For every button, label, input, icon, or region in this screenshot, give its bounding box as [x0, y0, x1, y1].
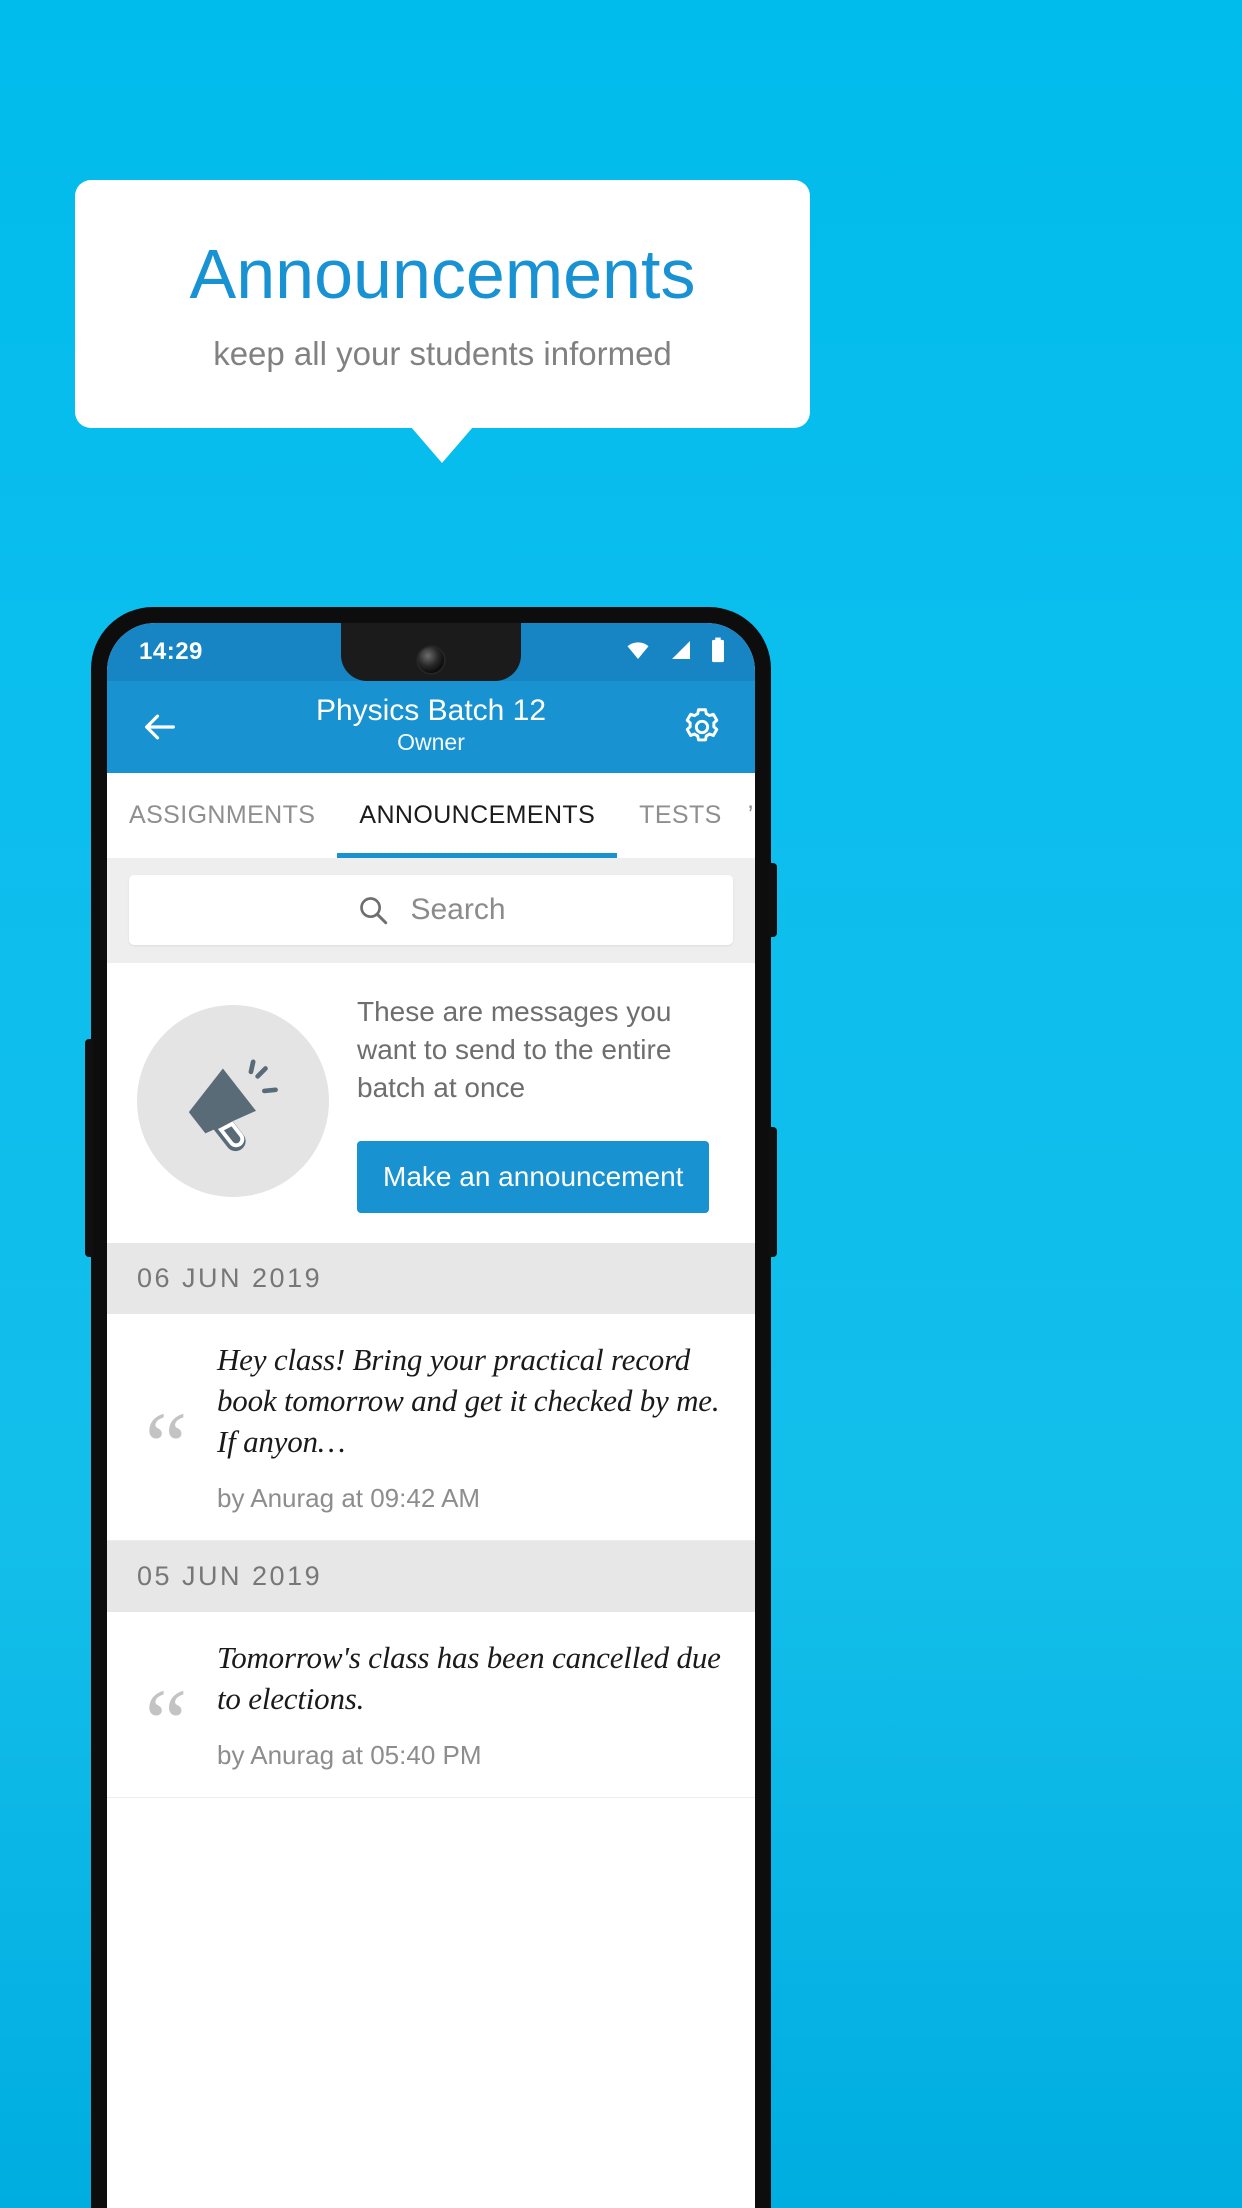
settings-button[interactable] [675, 700, 729, 754]
back-button[interactable] [133, 700, 187, 754]
search-input[interactable]: Search [129, 875, 733, 945]
search-icon [360, 897, 388, 925]
announcement-meta: by Anurag at 05:40 PM [217, 1739, 482, 1770]
app-toolbar: Physics Batch 12 Owner [107, 681, 755, 773]
announcement-meta: by Anurag at 09:42 AM [217, 1482, 481, 1513]
phone-volume-button [769, 1127, 777, 1257]
status-bar-clock: 14:29 [139, 638, 203, 665]
front-camera-icon [418, 647, 444, 673]
make-announcement-button[interactable]: Make an announcement [357, 1141, 710, 1214]
phone-left-button [85, 1039, 93, 1257]
announcement-text: Tomorrow's class has been cancelled due … [217, 1639, 721, 1716]
announcement-text: Hey class! Bring your practical record b… [217, 1342, 720, 1460]
tab-next-partial[interactable]: ’ [744, 773, 754, 858]
quote-icon: “ [144, 1391, 188, 1499]
announcement-body: Tomorrow's class has been cancelled due … [217, 1638, 725, 1771]
back-arrow-icon [145, 714, 175, 740]
battery-icon [709, 637, 727, 668]
status-bar-icons [623, 637, 727, 668]
promo-banner-tail [411, 427, 473, 463]
phone-screen: 14:29 Physics Batch 12 Owner ASSIGNMENTS… [107, 623, 755, 2208]
tab-announcements-label: ANNOUNCEMENTS [359, 801, 596, 829]
promo-content: These are messages you want to send to t… [357, 989, 729, 1214]
tab-tests-label: TESTS [639, 801, 722, 829]
promo-banner-subtitle: keep all your students informed [213, 334, 672, 372]
tab-assignments-label: ASSIGNMENTS [129, 801, 316, 829]
quote-icon: “ [144, 1668, 188, 1776]
announcement-body: Hey class! Bring your practical record b… [217, 1340, 725, 1514]
phone-power-button [769, 863, 777, 937]
megaphone-icon [188, 1059, 278, 1152]
announcement-list-item[interactable]: “ Tomorrow's class has been cancelled du… [107, 1611, 755, 1798]
date-header: 06 JUN 2019 [107, 1243, 755, 1315]
megaphone-badge [137, 1005, 329, 1198]
promo-banner-card: Announcements keep all your students inf… [75, 180, 810, 428]
tab-bar: ASSIGNMENTS ANNOUNCEMENTS TESTS ’ [107, 773, 755, 859]
phone-notch [341, 623, 521, 681]
tab-tests[interactable]: TESTS [617, 773, 744, 858]
toolbar-title-group: Physics Batch 12 Owner [187, 694, 675, 758]
announcement-promo-card: These are messages you want to send to t… [107, 963, 755, 1244]
gear-icon [685, 708, 719, 742]
search-section: Search [107, 859, 755, 963]
batch-role-subtitle: Owner [397, 729, 465, 756]
date-header: 05 JUN 2019 [107, 1540, 755, 1612]
promo-banner-title: Announcements [189, 234, 696, 313]
batch-title: Physics Batch 12 [315, 693, 547, 727]
phone-device-frame: 14:29 Physics Batch 12 Owner ASSIGNMENTS… [85, 607, 777, 2208]
phone-bezel: 14:29 Physics Batch 12 Owner ASSIGNMENTS… [107, 623, 755, 2208]
tab-announcements[interactable]: ANNOUNCEMENTS [337, 773, 617, 858]
android-status-bar: 14:29 [107, 623, 755, 681]
wifi-icon [623, 638, 653, 667]
search-placeholder-text: Search [410, 893, 506, 926]
tab-assignments[interactable]: ASSIGNMENTS [107, 773, 337, 858]
promo-description: These are messages you want to send to t… [357, 996, 672, 1104]
tab-next-partial-label: ’ [747, 801, 754, 829]
announcement-list-item[interactable]: “ Hey class! Bring your practical record… [107, 1314, 755, 1541]
cellular-signal-icon [667, 638, 695, 667]
